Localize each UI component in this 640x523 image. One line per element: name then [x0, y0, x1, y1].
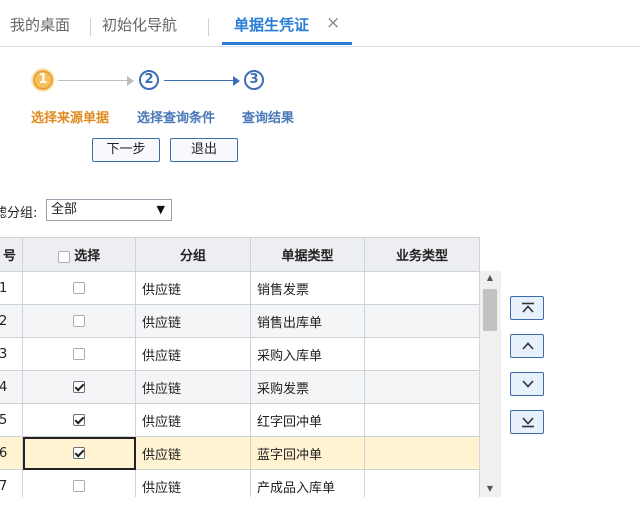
group-cell: 供应链	[135, 304, 251, 338]
group-cell: 供应链	[135, 337, 251, 371]
grid-scrollbar[interactable]: ▲ ▼	[479, 271, 501, 497]
row-select-cell[interactable]	[22, 436, 136, 470]
table-row[interactable]: 1 供应链 销售发票	[0, 271, 480, 305]
row-select-cell[interactable]	[22, 370, 136, 404]
step-1-label: 选择来源单据	[31, 111, 110, 126]
doc-type-cell: 红字回冲单	[250, 403, 365, 437]
row-select-cell[interactable]	[22, 304, 136, 338]
exit-button[interactable]: 退出	[170, 138, 238, 162]
row-select-checkbox[interactable]	[73, 282, 85, 294]
filter-group-select[interactable]: 全部 ▼	[46, 199, 172, 221]
next-step-button[interactable]: 下一步	[92, 138, 160, 162]
tab-divider	[90, 18, 91, 36]
row-number: 7	[0, 469, 23, 497]
move-down-button[interactable]	[510, 372, 544, 396]
step-2-circle: 2	[139, 70, 159, 90]
column-header-biz-type[interactable]: 业务类型	[364, 237, 480, 272]
close-icon[interactable]: ×	[326, 13, 340, 33]
biz-type-cell[interactable]	[364, 436, 480, 470]
row-select-cell[interactable]	[22, 337, 136, 371]
step-2-label: 选择查询条件	[137, 111, 216, 126]
table-row[interactable]: 2 供应链 销售出库单	[0, 304, 480, 338]
column-header-select[interactable]: 选择	[22, 237, 136, 272]
column-header-group[interactable]: 分组	[135, 237, 251, 272]
doc-type-cell: 销售发票	[250, 271, 365, 305]
step-connector	[58, 80, 128, 81]
group-cell: 供应链	[135, 370, 251, 404]
group-cell: 供应链	[135, 436, 251, 470]
move-up-button[interactable]	[510, 334, 544, 358]
filter-group-value: 全部	[51, 202, 78, 217]
table-row[interactable]: 4 供应链 采购发票	[0, 370, 480, 404]
row-select-checkbox[interactable]	[73, 348, 85, 360]
step-3-label: 查询结果	[242, 111, 295, 126]
row-select-checkbox[interactable]	[73, 480, 85, 492]
row-select-checkbox[interactable]	[73, 315, 85, 327]
row-number: 2	[0, 304, 23, 338]
table-row[interactable]: 7 供应链 产成品入库单	[0, 469, 480, 497]
row-select-cell[interactable]	[22, 403, 136, 437]
doc-type-cell: 产成品入库单	[250, 469, 365, 497]
scroll-down-icon[interactable]: ▼	[480, 484, 500, 493]
step-1-circle: 1	[33, 70, 53, 90]
arrow-right-icon	[233, 76, 240, 86]
select-all-checkbox[interactable]	[57, 250, 70, 263]
row-number: 6	[0, 436, 23, 470]
table-row[interactable]: 5 供应链 红字回冲单	[0, 403, 480, 437]
column-header-num: 号	[0, 237, 23, 272]
table-row[interactable]: 6 供应链 蓝字回冲单	[0, 436, 480, 470]
scroll-up-icon[interactable]: ▲	[480, 273, 500, 282]
biz-type-cell[interactable]	[364, 370, 480, 404]
caret-down-icon: ▼	[156, 203, 165, 216]
row-number: 4	[0, 370, 23, 404]
tab-doc-to-voucher[interactable]: 单据生凭证	[234, 14, 309, 35]
biz-type-cell[interactable]	[364, 271, 480, 305]
biz-type-cell[interactable]	[364, 403, 480, 437]
tab-bar: 我的桌面 初始化导航 单据生凭证 ×	[0, 0, 640, 47]
document-type-grid: 号 选择 分组 单据类型 业务类型 1 供应链 销售发票 2 供应链 销售出库单 3 供应链采…	[0, 237, 500, 497]
row-select-checkbox[interactable]	[73, 447, 85, 459]
tab-init-nav[interactable]: 初始化导航	[102, 14, 177, 35]
move-bottom-icon	[522, 417, 534, 428]
group-cell: 供应链	[135, 403, 251, 437]
doc-type-cell: 采购发票	[250, 370, 365, 404]
column-header-doc-type[interactable]: 单据类型	[250, 237, 365, 272]
column-header-num-label: 号	[2, 249, 16, 264]
tab-divider	[208, 18, 209, 36]
filter-group-label: 滤分组:	[0, 206, 38, 221]
move-up-icon	[522, 342, 534, 350]
active-tab-indicator	[222, 42, 352, 45]
biz-type-cell[interactable]	[364, 337, 480, 371]
move-top-icon	[522, 302, 534, 313]
row-select-cell[interactable]	[22, 469, 136, 497]
move-down-icon	[522, 380, 534, 388]
step-3-circle: 3	[244, 70, 264, 90]
biz-type-cell[interactable]	[364, 304, 480, 338]
table-row[interactable]: 3 供应链 采购入库单	[0, 337, 480, 371]
move-to-bottom-button[interactable]	[510, 410, 544, 434]
row-number: 1	[0, 271, 23, 305]
tab-my-desktop[interactable]: 我的桌面	[10, 14, 70, 35]
group-cell: 供应链	[135, 469, 251, 497]
row-select-checkbox[interactable]	[73, 414, 85, 426]
doc-type-cell: 销售出库单	[250, 304, 365, 338]
scroll-thumb[interactable]	[483, 289, 497, 331]
move-to-top-button[interactable]	[510, 296, 544, 320]
arrow-right-icon	[127, 76, 134, 86]
row-select-cell[interactable]	[22, 271, 136, 305]
doc-type-cell: 采购入库单	[250, 337, 365, 371]
row-select-checkbox[interactable]	[73, 381, 85, 393]
row-number: 3	[0, 337, 23, 371]
group-cell: 供应链	[135, 271, 251, 305]
biz-type-cell[interactable]	[364, 469, 480, 497]
row-number: 5	[0, 403, 23, 437]
column-header-select-label: 选择	[74, 249, 101, 264]
step-connector	[164, 80, 234, 81]
doc-type-cell: 蓝字回冲单	[250, 436, 365, 470]
